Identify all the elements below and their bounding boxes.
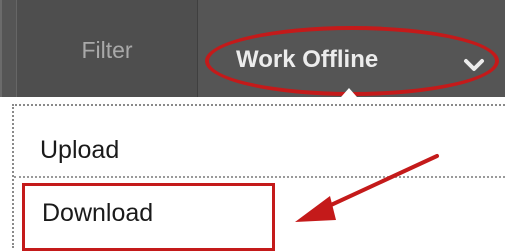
screenshot: Filter Work Offline Upload Download: [0, 0, 505, 251]
dropdown-caret: [334, 88, 364, 105]
work-offline-label: Work Offline: [236, 46, 379, 73]
annotation-highlight-box: [22, 183, 275, 251]
work-offline-menu-button[interactable]: Work Offline: [198, 0, 505, 97]
page-edge: [0, 97, 12, 248]
chevron-down-icon: [464, 59, 484, 71]
menu-item-upload[interactable]: Upload: [40, 136, 119, 165]
filter-tab[interactable]: Filter: [16, 0, 198, 97]
filter-label: Filter: [81, 37, 133, 63]
menu-divider: [14, 176, 505, 178]
toolbar: Filter Work Offline: [0, 0, 505, 97]
